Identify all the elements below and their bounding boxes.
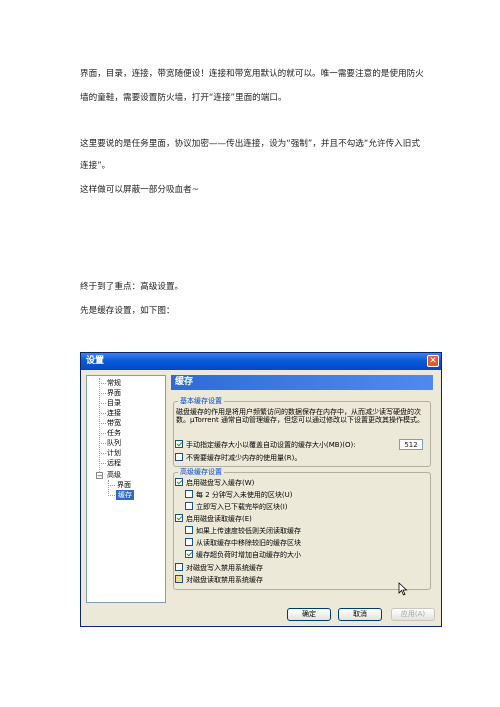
no-system-read-label: 对磁盘读取禁用系统缓存 bbox=[186, 576, 263, 584]
remove-old-blocks-option[interactable]: 从读取缓存中移除较旧的缓存区块 bbox=[185, 538, 301, 548]
ok-button[interactable]: 确定 bbox=[287, 608, 331, 621]
checkbox-checked-icon[interactable] bbox=[175, 440, 183, 448]
reduce-memory-label: 不需要缓存时减少内存的使用量(R)。 bbox=[186, 454, 302, 462]
apply-button[interactable]: 应用(A) bbox=[391, 608, 435, 621]
article-line: 连接”。 bbox=[80, 161, 111, 171]
tree-item-ui[interactable]: 界面 bbox=[107, 388, 121, 398]
no-system-write-label: 对磁盘写入禁用系统缓存 bbox=[186, 564, 263, 572]
enable-write-cache-label: 启用磁盘写入缓存(W) bbox=[186, 479, 255, 487]
write-finished-label: 立即写入已下载完毕的区块(I) bbox=[196, 503, 288, 511]
tree-item-cache[interactable]: 缓存 bbox=[116, 490, 134, 500]
mouse-cursor-icon bbox=[398, 582, 408, 596]
no-system-read-option[interactable]: 对磁盘读取禁用系统缓存 bbox=[175, 575, 263, 585]
article-line: 墙的童鞋，需要设置防火墙，打开“连接”里面的端口。 bbox=[80, 93, 287, 103]
dialog-titlebar: 设置 bbox=[81, 353, 441, 370]
cache-size-input[interactable]: 512 bbox=[399, 439, 423, 450]
article-line: 界面，目录，连接，带宽随便设！连接和带宽用默认的就可以。唯一需要注意的是使用防火 bbox=[80, 69, 424, 79]
checkbox-icon[interactable] bbox=[175, 453, 183, 461]
checkbox-icon[interactable] bbox=[185, 502, 193, 510]
checkbox-checked-icon[interactable] bbox=[185, 550, 193, 558]
reduce-memory-option[interactable]: 不需要缓存时减少内存的使用量(R)。 bbox=[175, 453, 301, 463]
checkbox-icon[interactable] bbox=[185, 526, 193, 534]
turn-off-read-slow-label: 如果上传速度较低则关闭读取缓存 bbox=[196, 527, 301, 535]
tree-item-bandwidth[interactable]: 带宽 bbox=[107, 418, 121, 428]
article-line: 这里要说的是任务里面，协议加密——传出连接，设为“强制”，并且不勾选“允许传入旧… bbox=[80, 139, 420, 149]
override-cache-option[interactable]: 手动指定缓存大小以覆盖自动设置的缓存大小(MB)(O): bbox=[175, 440, 356, 450]
tree-item-advanced[interactable]: 高级 bbox=[107, 470, 121, 480]
checkbox-icon[interactable] bbox=[185, 490, 193, 498]
checkbox-icon[interactable] bbox=[175, 563, 183, 571]
write-finished-option[interactable]: 立即写入已下载完毕的区块(I) bbox=[185, 502, 288, 512]
tree-item-bittorrent[interactable]: 任务 bbox=[107, 428, 121, 438]
panel-title: 缓存 bbox=[171, 375, 433, 390]
enable-write-cache-option[interactable]: 启用磁盘写入缓存(W) bbox=[175, 478, 254, 488]
close-icon[interactable]: ✕ bbox=[427, 355, 439, 367]
settings-dialog: 设置 ✕ 常规 界面 目录 连接 带宽 任务 队列 计划 远程 − 高级 界面 … bbox=[80, 352, 442, 627]
tree-item-general[interactable]: 常规 bbox=[107, 378, 121, 388]
article-line: 这样做可以屏蔽一部分吸血者~ bbox=[80, 185, 199, 195]
advanced-group-title: 高级缓存设置 bbox=[178, 467, 224, 477]
checkbox-partial-icon[interactable] bbox=[175, 575, 183, 583]
checkbox-checked-icon[interactable] bbox=[175, 478, 183, 486]
tree-item-connection[interactable]: 连接 bbox=[107, 408, 121, 418]
dialog-title: 设置 bbox=[86, 356, 105, 366]
tree-item-remote[interactable]: 远程 bbox=[107, 458, 121, 468]
article-line: 终于到了重点：高级设置。 bbox=[80, 282, 184, 292]
increase-auto-label: 缓存超负荷时增加自动缓存的大小 bbox=[196, 551, 301, 559]
cancel-button[interactable]: 取消 bbox=[338, 608, 382, 621]
increase-auto-option[interactable]: 缓存超负荷时增加自动缓存的大小 bbox=[185, 550, 301, 560]
tree-item-dirs[interactable]: 目录 bbox=[107, 398, 121, 408]
tree-item-scheduler[interactable]: 计划 bbox=[107, 448, 121, 458]
enable-read-cache-label: 启用磁盘读取缓存(E) bbox=[186, 515, 252, 523]
tree-item-adv-ui[interactable]: 界面 bbox=[117, 480, 131, 490]
no-system-write-option[interactable]: 对磁盘写入禁用系统缓存 bbox=[175, 563, 263, 573]
settings-tree[interactable]: 常规 界面 目录 连接 带宽 任务 队列 计划 远程 − 高级 界面 缓存 bbox=[86, 375, 166, 603]
override-cache-label: 手动指定缓存大小以覆盖自动设置的缓存大小(MB)(O): bbox=[186, 441, 356, 449]
basic-group-title: 基本缓存设置 bbox=[178, 396, 224, 406]
collapse-icon[interactable]: − bbox=[96, 472, 103, 480]
checkbox-checked-icon[interactable] bbox=[175, 514, 183, 522]
write-every-2min-option[interactable]: 每 2 分钟写入未使用的区块(U) bbox=[185, 490, 293, 500]
turn-off-read-slow-option[interactable]: 如果上传速度较低则关闭读取缓存 bbox=[185, 526, 301, 536]
remove-old-blocks-label: 从读取缓存中移除较旧的缓存区块 bbox=[196, 539, 301, 547]
enable-read-cache-option[interactable]: 启用磁盘读取缓存(E) bbox=[175, 514, 252, 524]
write-every-2min-label: 每 2 分钟写入未使用的区块(U) bbox=[196, 491, 293, 499]
cache-description: 磁盘缓存的作用是将用户频繁访问的数据保存在内存中，从而减少读写硬盘的次数。µTo… bbox=[176, 408, 425, 424]
article-line: 先是缓存设置，如下图： bbox=[80, 306, 175, 316]
checkbox-icon[interactable] bbox=[185, 538, 193, 546]
tree-item-queue[interactable]: 队列 bbox=[107, 438, 121, 448]
